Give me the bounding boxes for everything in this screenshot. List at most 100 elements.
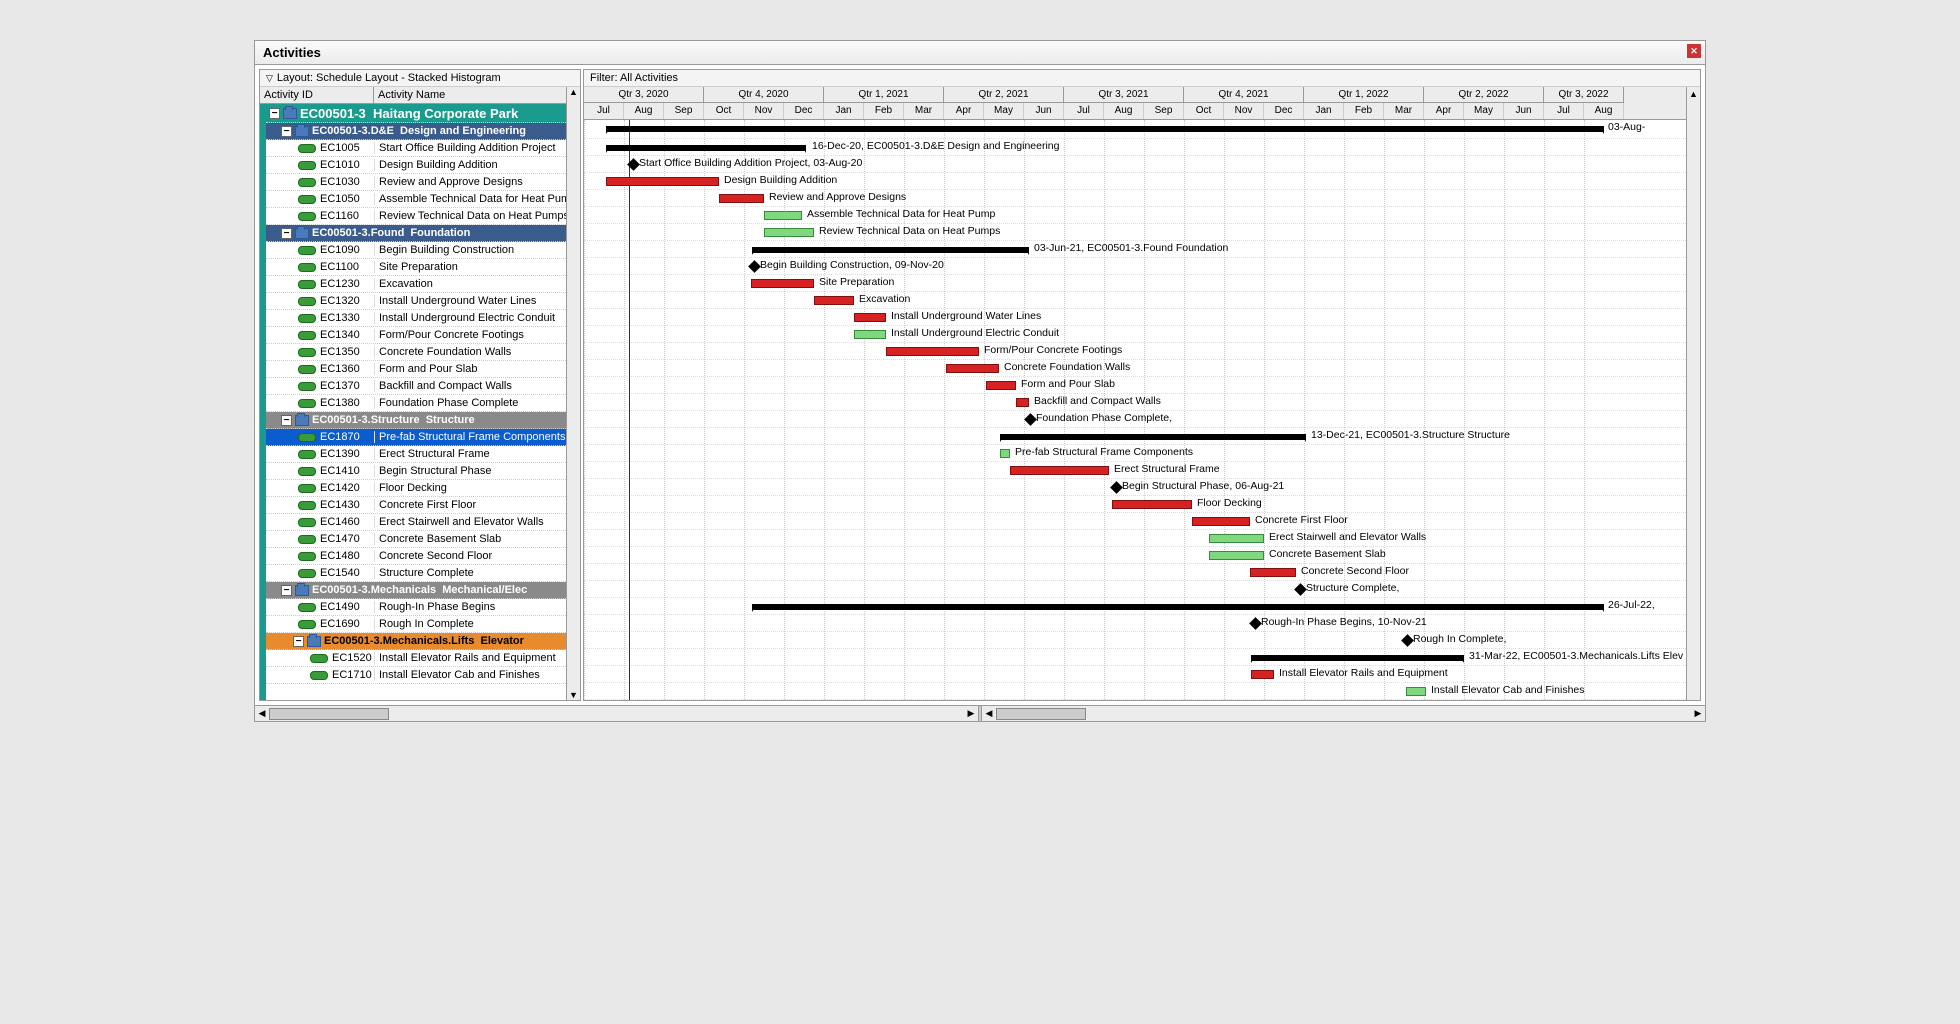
gantt-row[interactable]: 26-Jul-22, [584, 598, 1686, 615]
gantt-row[interactable]: Assemble Technical Data for Heat Pump [584, 207, 1686, 224]
activity-bar[interactable] [1251, 670, 1274, 679]
summary-bar[interactable] [752, 604, 1604, 610]
gantt-row[interactable]: Review Technical Data on Heat Pumps [584, 224, 1686, 241]
close-icon[interactable]: ✕ [1687, 44, 1701, 58]
activity-row[interactable]: EC1350Concrete Foundation Walls [266, 344, 566, 361]
gantt-row[interactable]: Begin Building Construction, 09-Nov-20 [584, 258, 1686, 275]
activity-row[interactable]: EC1430Concrete First Floor [266, 497, 566, 514]
gantt-row[interactable]: Concrete Second Floor [584, 564, 1686, 581]
activity-row[interactable]: EC1320Install Underground Water Lines [266, 293, 566, 310]
wbs-row[interactable]: −EC00501-3.Mechanicals.Lifts Elevator [266, 633, 566, 650]
gantt-row[interactable]: Pre-fab Structural Frame Components [584, 445, 1686, 462]
wbs-row[interactable]: −EC00501-3.Mechanicals Mechanical/Elec [266, 582, 566, 599]
milestone-icon[interactable] [748, 260, 761, 273]
activity-row[interactable]: EC1050Assemble Technical Data for Heat P… [266, 191, 566, 208]
gantt-row[interactable]: 16-Dec-20, EC00501-3.D&E Design and Engi… [584, 139, 1686, 156]
activity-row[interactable]: EC1360Form and Pour Slab [266, 361, 566, 378]
activity-row[interactable]: EC1870Pre-fab Structural Frame Component… [266, 429, 566, 446]
activity-bar[interactable] [1406, 687, 1426, 696]
collapse-icon[interactable]: − [281, 415, 292, 426]
activity-row[interactable]: EC1420Floor Decking [266, 480, 566, 497]
activity-row[interactable]: EC1330Install Underground Electric Condu… [266, 310, 566, 327]
gantt-row[interactable]: Install Underground Water Lines [584, 309, 1686, 326]
activity-row[interactable]: EC1710Install Elevator Cab and Finishes [266, 667, 566, 684]
activity-tree[interactable]: −EC00501-3 Haitang Corporate Park −EC0050… [260, 104, 566, 700]
activity-bar[interactable] [606, 177, 719, 186]
summary-bar[interactable] [752, 247, 1029, 253]
activity-row[interactable]: EC1410Begin Structural Phase [266, 463, 566, 480]
gantt-row[interactable]: Rough In Complete, [584, 632, 1686, 649]
gantt-row[interactable]: Install Underground Electric Conduit [584, 326, 1686, 343]
activity-bar[interactable] [986, 381, 1016, 390]
gantt-row[interactable]: Design Building Addition [584, 173, 1686, 190]
gantt-row[interactable]: Excavation [584, 292, 1686, 309]
vertical-scrollbar[interactable]: ▲▼ [566, 87, 580, 700]
activity-row[interactable]: EC1520Install Elevator Rails and Equipme… [266, 650, 566, 667]
milestone-icon[interactable] [1294, 583, 1307, 596]
gantt-row[interactable]: Rough-In Phase Begins, 10-Nov-21 [584, 615, 1686, 632]
activity-bar[interactable] [1112, 500, 1192, 509]
activity-row[interactable]: EC1470Concrete Basement Slab [266, 531, 566, 548]
filter-label[interactable]: Filter: All Activities [584, 70, 1700, 87]
activity-row[interactable]: EC1370Backfill and Compact Walls [266, 378, 566, 395]
activity-bar[interactable] [854, 313, 886, 322]
activity-bar[interactable] [1192, 517, 1250, 526]
gantt-row[interactable]: Install Elevator Cab and Finishes [584, 683, 1686, 700]
gantt-row[interactable]: Site Preparation [584, 275, 1686, 292]
activity-row[interactable]: EC1230Excavation [266, 276, 566, 293]
gantt-row[interactable]: Start Office Building Addition Project, … [584, 156, 1686, 173]
gantt-row[interactable]: Backfill and Compact Walls [584, 394, 1686, 411]
activity-row[interactable]: EC1490Rough-In Phase Begins [266, 599, 566, 616]
activity-bar[interactable] [1016, 398, 1029, 407]
gantt-row[interactable]: Foundation Phase Complete, [584, 411, 1686, 428]
gantt-row[interactable]: Review and Approve Designs [584, 190, 1686, 207]
activity-bar[interactable] [764, 211, 802, 220]
activity-row[interactable]: EC1100Site Preparation [266, 259, 566, 276]
gantt-row[interactable]: Concrete Foundation Walls [584, 360, 1686, 377]
activity-row[interactable]: EC1010Design Building Addition [266, 157, 566, 174]
gantt-row[interactable]: Install Elevator Rails and Equipment [584, 666, 1686, 683]
gantt-chart[interactable]: 03-Aug-16-Dec-20, EC00501-3.D&E Design a… [584, 120, 1686, 700]
activity-row[interactable]: EC1030Review and Approve Designs [266, 174, 566, 191]
col-activity-name[interactable]: Activity Name [374, 87, 566, 103]
timescale-scroll[interactable]: ▲ [1686, 87, 1700, 700]
collapse-icon[interactable]: − [293, 636, 304, 647]
gantt-row[interactable]: Floor Decking [584, 496, 1686, 513]
activity-row[interactable]: EC1390Erect Structural Frame [266, 446, 566, 463]
layout-selector[interactable]: ▽ Layout: Schedule Layout - Stacked Hist… [260, 70, 580, 87]
activity-bar[interactable] [946, 364, 999, 373]
activity-bar[interactable] [1010, 466, 1109, 475]
activity-bar[interactable] [1209, 551, 1264, 560]
gantt-row[interactable]: Erect Stairwell and Elevator Walls [584, 530, 1686, 547]
collapse-icon[interactable]: − [281, 126, 292, 137]
wbs-row[interactable]: −EC00501-3.Found Foundation [266, 225, 566, 242]
collapse-icon[interactable]: − [281, 585, 292, 596]
activity-bar[interactable] [719, 194, 764, 203]
activity-bar[interactable] [751, 279, 814, 288]
gantt-row[interactable]: Erect Structural Frame [584, 462, 1686, 479]
wbs-row[interactable]: −EC00501-3.Structure Structure [266, 412, 566, 429]
activity-row[interactable]: EC1460Erect Stairwell and Elevator Walls [266, 514, 566, 531]
table-hscroll[interactable]: ◀ ▶ [255, 706, 978, 721]
activity-row[interactable]: EC1690Rough In Complete [266, 616, 566, 633]
collapse-icon[interactable]: − [281, 228, 292, 239]
activity-row[interactable]: EC1340Form/Pour Concrete Footings [266, 327, 566, 344]
activity-bar[interactable] [764, 228, 814, 237]
activity-bar[interactable] [1250, 568, 1296, 577]
timescale[interactable]: Qtr 3, 2020Qtr 4, 2020Qtr 1, 2021Qtr 2, … [584, 87, 1686, 120]
activity-bar[interactable] [1000, 449, 1010, 458]
wbs-row[interactable]: −EC00501-3 Haitang Corporate Park [266, 104, 566, 123]
gantt-row[interactable]: Concrete First Floor [584, 513, 1686, 530]
gantt-row[interactable]: 03-Aug- [584, 120, 1686, 139]
activity-row[interactable]: EC1540Structure Complete [266, 565, 566, 582]
activity-bar[interactable] [814, 296, 854, 305]
gantt-row[interactable]: Form and Pour Slab [584, 377, 1686, 394]
milestone-icon[interactable] [1249, 617, 1262, 630]
gantt-row[interactable]: Form/Pour Concrete Footings [584, 343, 1686, 360]
activity-row[interactable]: EC1480Concrete Second Floor [266, 548, 566, 565]
gantt-row[interactable]: 31-Mar-22, EC00501-3.Mechanicals.Lifts E… [584, 649, 1686, 666]
summary-bar[interactable] [606, 145, 806, 151]
gantt-row[interactable]: 13-Dec-21, EC00501-3.Structure Structure [584, 428, 1686, 445]
collapse-icon[interactable]: − [269, 108, 280, 119]
milestone-icon[interactable] [1110, 481, 1123, 494]
